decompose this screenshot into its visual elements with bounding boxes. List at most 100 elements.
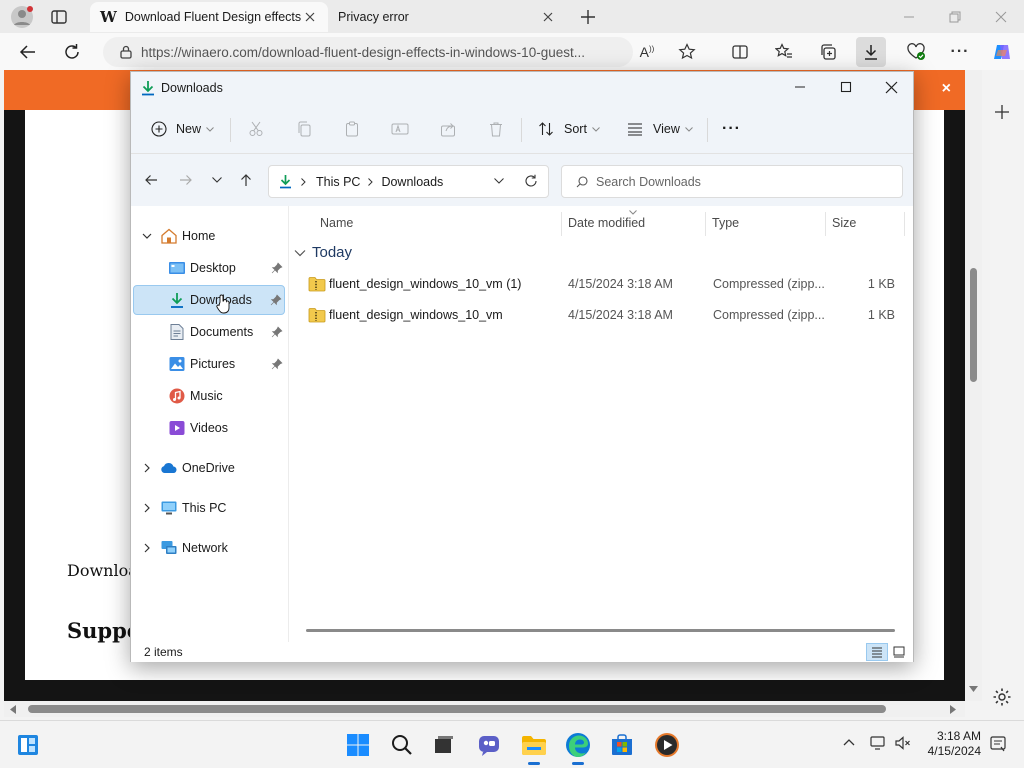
column-header-date-modified[interactable]: Date modified [568, 216, 645, 230]
group-label: Today [312, 244, 353, 261]
file-list-horizontal-scrollbar[interactable] [306, 629, 895, 632]
nav-item-onedrive[interactable]: OneDrive [133, 453, 285, 483]
url-text[interactable]: https://winaero.com/download-fluent-desi… [141, 45, 585, 60]
file-explorer-taskbar-icon[interactable] [518, 729, 550, 765]
paste-icon[interactable] [341, 118, 363, 140]
more-options-icon[interactable]: ··· [945, 37, 975, 67]
add-sidebar-icon[interactable] [993, 103, 1011, 121]
media-player-icon[interactable] [651, 729, 683, 761]
recent-locations-icon[interactable] [205, 168, 229, 192]
column-header-name[interactable]: Name [320, 216, 353, 230]
nav-item-this-pc[interactable]: This PC [133, 493, 285, 523]
column-header-size[interactable]: Size [832, 216, 856, 230]
up-arrow-icon[interactable] [234, 168, 258, 192]
share-icon[interactable] [437, 118, 459, 140]
tab-privacy-error[interactable]: Privacy error [328, 2, 566, 32]
address-history-dropdown-icon[interactable] [494, 178, 504, 184]
new-button[interactable]: New [151, 116, 214, 142]
task-view-icon[interactable] [428, 729, 460, 761]
explorer-minimize-button[interactable] [777, 72, 823, 102]
network-status-icon[interactable] [870, 735, 888, 751]
file-size: 1 KB [867, 277, 895, 291]
sort-button[interactable]: Sort [538, 116, 600, 142]
search-icon[interactable] [386, 729, 418, 761]
chat-icon[interactable] [473, 729, 505, 761]
edge-taskbar-icon[interactable] [562, 729, 594, 765]
show-hidden-icons-chevron-icon[interactable] [843, 738, 855, 746]
settings-gear-icon[interactable] [992, 687, 1012, 707]
nav-item-documents[interactable]: Documents [133, 317, 285, 347]
breadcrumb[interactable]: This PC Downloads [268, 165, 549, 198]
nav-item-pictures[interactable]: Pictures [133, 349, 285, 379]
copy-icon[interactable] [293, 118, 315, 140]
split-screen-icon[interactable] [725, 37, 755, 67]
file-row[interactable]: fluent_design_windows_10_vm (1) 4/15/202… [296, 269, 903, 299]
banner-close-icon[interactable]: × [942, 80, 951, 98]
scrollbar-thumb[interactable] [28, 705, 886, 713]
nav-item-music[interactable]: Music [133, 381, 285, 411]
breadcrumb-downloads[interactable]: Downloads [381, 175, 443, 189]
volume-muted-icon[interactable] [894, 735, 912, 751]
start-button[interactable] [342, 729, 374, 761]
close-tab-icon[interactable] [302, 9, 318, 25]
forward-arrow-icon[interactable] [174, 168, 198, 192]
clock[interactable]: 3:18 AM 4/15/2024 [928, 729, 981, 759]
collections-icon[interactable] [813, 37, 843, 67]
search-box[interactable] [561, 165, 903, 198]
read-aloud-icon[interactable]: A)) [632, 37, 662, 67]
close-tab-icon[interactable] [540, 9, 556, 25]
cut-icon[interactable] [245, 118, 267, 140]
minimize-button[interactable] [886, 0, 932, 33]
explorer-maximize-button[interactable] [823, 72, 869, 102]
breadcrumb-this-pc[interactable]: This PC [316, 175, 360, 189]
scrollbar-thumb[interactable] [970, 268, 977, 382]
active-indicator [528, 762, 540, 765]
back-arrow-icon[interactable] [139, 168, 163, 192]
copilot-icon[interactable] [987, 37, 1017, 67]
notifications-icon[interactable] [989, 735, 1007, 753]
group-header-today[interactable]: Today [294, 244, 352, 261]
tiles-view-icon[interactable] [888, 643, 910, 661]
scroll-down-icon[interactable] [969, 686, 978, 692]
favorites-icon[interactable] [769, 37, 799, 67]
page-horizontal-scrollbar[interactable] [4, 701, 965, 717]
delete-icon[interactable] [485, 118, 507, 140]
favorite-star-icon[interactable] [672, 37, 702, 67]
lock-icon[interactable] [119, 45, 133, 59]
address-bar[interactable]: https://winaero.com/download-fluent-desi… [103, 37, 633, 67]
new-tab-icon[interactable] [578, 7, 598, 27]
nav-item-downloads[interactable]: Downloads [133, 285, 285, 315]
nav-item-desktop[interactable]: Desktop [133, 253, 285, 283]
tab-actions-icon[interactable] [50, 8, 68, 26]
tab-active[interactable]: W Download Fluent Design effects in Wind… [90, 2, 328, 32]
nav-item-network[interactable]: Network [133, 533, 285, 563]
restore-button[interactable] [932, 0, 978, 33]
rename-icon[interactable] [389, 118, 411, 140]
see-more-button[interactable]: ··· [722, 116, 741, 142]
nav-item-videos[interactable]: Videos [133, 413, 285, 443]
page-vertical-scrollbar[interactable] [965, 70, 982, 701]
file-row[interactable]: fluent_design_windows_10_vm 4/15/2024 3:… [296, 300, 903, 330]
close-window-button[interactable] [978, 0, 1024, 33]
divider [705, 212, 706, 236]
column-header-type[interactable]: Type [712, 216, 739, 230]
details-view-icon[interactable] [866, 643, 888, 661]
downloads-button[interactable] [856, 37, 886, 67]
scroll-left-icon[interactable] [10, 705, 16, 714]
divider [521, 118, 522, 142]
widgets-icon[interactable] [12, 729, 44, 761]
scroll-right-icon[interactable] [950, 705, 956, 714]
search-input[interactable] [596, 174, 876, 189]
refresh-button[interactable] [57, 37, 87, 67]
nav-item-home[interactable]: Home [133, 221, 285, 251]
refresh-icon[interactable] [524, 174, 538, 188]
view-button[interactable]: View [627, 116, 693, 142]
sort-indicator-icon [629, 210, 637, 215]
browser-essentials-icon[interactable] [901, 37, 931, 67]
explorer-title-bar[interactable]: Downloads [131, 72, 913, 104]
profile-avatar[interactable] [10, 5, 34, 29]
explorer-close-button[interactable] [868, 72, 914, 102]
back-button[interactable] [13, 37, 43, 67]
downloads-icon [279, 174, 292, 189]
store-icon[interactable] [606, 729, 638, 761]
